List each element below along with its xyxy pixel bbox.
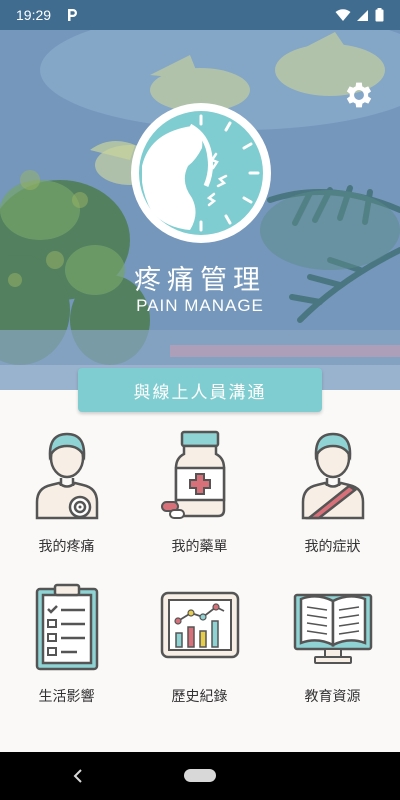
menu-item-label: 生活影響 [38,689,95,705]
menu-item-label: 教育資源 [304,689,361,705]
system-nav-bar [0,752,400,800]
battery-icon [375,8,384,22]
menu-item-education[interactable]: 教育資源 [266,583,399,733]
menu-item-label: 我的疼痛 [38,539,95,555]
menu-item-life-impact[interactable]: 生活影響 [0,583,133,733]
menu-item-label: 歷史紀錄 [171,689,228,705]
signal-icon [357,9,368,21]
home-pill-button[interactable] [184,769,216,782]
menu-item-history[interactable]: 歷史紀錄 [133,583,266,733]
status-icons [335,8,384,22]
p-icon [65,7,79,23]
app-title: 疼痛管理 [134,265,266,296]
status-bar: 19:29 [0,0,400,30]
menu-item-my-medication[interactable]: 我的藥單 [133,428,266,578]
menu-item-my-pain[interactable]: 我的疼痛 [0,428,133,578]
person-sling-icon [301,432,365,520]
gear-icon[interactable] [342,78,376,112]
clipboard-checklist-icon [35,583,99,671]
wifi-icon [335,8,351,21]
app-subtitle: PAIN MANAGE [136,296,264,315]
menu-item-label: 我的症狀 [304,539,361,555]
contact-staff-button[interactable]: 與線上人員溝通 [78,368,322,412]
medicine-bottle-icon [161,430,226,519]
pain-clock-logo-icon [131,103,271,243]
menu-item-label: 我的藥單 [171,539,228,555]
person-pain-target-icon [35,432,99,520]
menu-item-my-symptoms[interactable]: 我的症狀 [266,428,399,578]
open-book-icon [293,593,373,664]
back-icon[interactable] [70,766,88,786]
status-time: 19:29 [16,7,52,23]
chart-history-icon [160,591,240,659]
hero-banner: 疼痛管理 PAIN MANAGE [0,30,400,390]
